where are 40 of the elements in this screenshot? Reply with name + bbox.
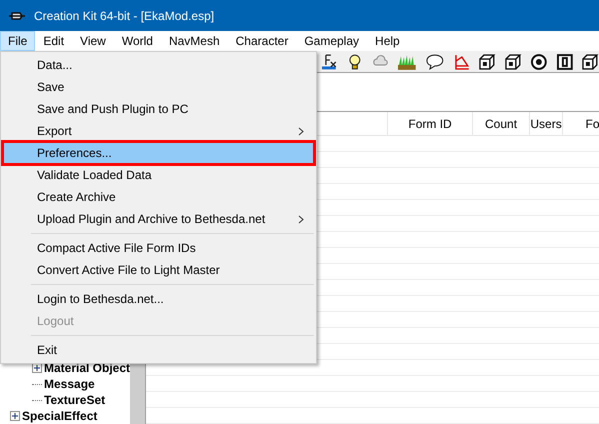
menu-item[interactable]: Edit [35,31,72,51]
menu-item[interactable]: Save [3,76,314,98]
menu-item[interactable]: Preferences... [3,142,314,164]
menu-item[interactable]: View [72,31,114,51]
menu-item[interactable]: Gameplay [296,31,368,51]
menu-item[interactable]: Data... [3,54,314,76]
window-title: Creation Kit 64-bit - [EkaMod.esp] [34,8,214,24]
menu-item[interactable]: Compact Active File Form IDs [3,237,314,259]
menu-item[interactable]: Convert Active File to Light Master [3,259,314,281]
effects-icon[interactable] [320,52,338,70]
cube-icon[interactable] [504,52,522,70]
column-header[interactable]: Users [530,112,564,135]
expand-icon[interactable] [32,363,42,373]
menu-item[interactable]: NavMesh [160,31,228,51]
speech-bubble-icon[interactable] [424,52,445,70]
column-header[interactable]: Form ID [388,112,474,135]
column-header[interactable]: Fo [563,112,599,135]
menu-item[interactable]: Exit [3,339,314,361]
square-icon[interactable] [556,52,574,70]
menu-item[interactable]: Help [367,31,408,51]
menu-item[interactable]: Upload Plugin and Archive to Bethesda.net [3,208,314,230]
app-icon [8,10,26,20]
cube-icon[interactable] [478,52,496,70]
tree-item[interactable]: TextureSet [44,391,106,409]
circle-icon[interactable] [530,52,548,70]
expand-icon[interactable] [10,411,20,421]
menu-item[interactable]: Login to Bethesda.net... [3,288,314,310]
menu-item[interactable]: Create Archive [3,186,314,208]
menu-item[interactable]: Character [228,31,296,51]
menu-item[interactable]: Save and Push Plugin to PC [3,98,314,120]
tree-item[interactable]: SpecialEffect [22,407,98,424]
node-graph-icon[interactable] [452,52,470,70]
column-header[interactable]: Count [473,112,530,135]
menu-item[interactable]: File [0,31,36,51]
cube-icon[interactable] [581,52,599,70]
tree-item[interactable]: Message [44,375,95,393]
menu-item[interactable]: Export [3,120,314,142]
menu-item[interactable]: World [114,31,161,51]
menu-item[interactable]: Validate Loaded Data [3,164,314,186]
grass-icon[interactable] [397,52,417,70]
